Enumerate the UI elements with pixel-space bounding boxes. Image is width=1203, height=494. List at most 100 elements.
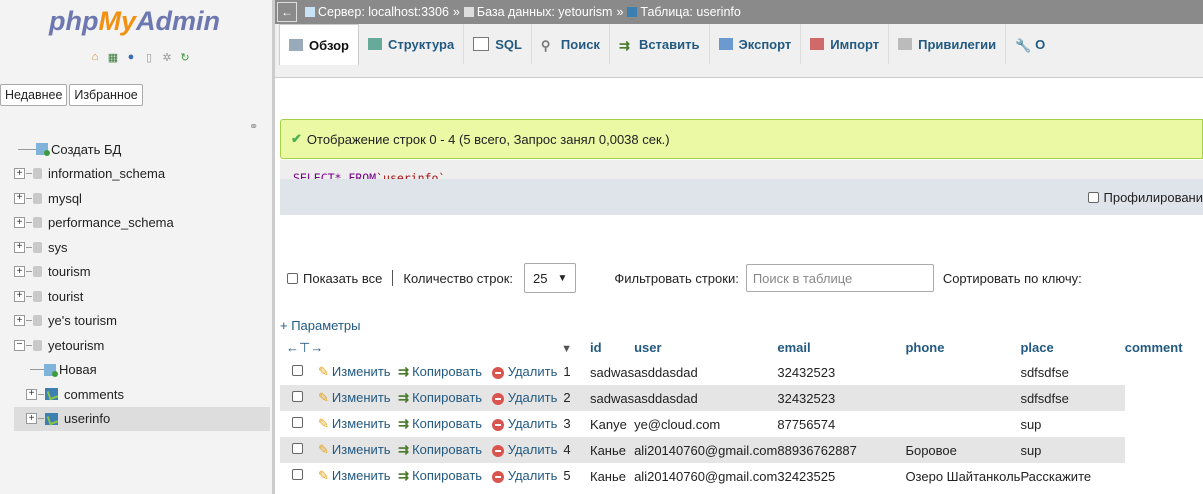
- expand-icon[interactable]: +: [14, 290, 25, 302]
- row-checkbox[interactable]: [292, 469, 303, 480]
- collapse-icon[interactable]: −: [14, 339, 25, 351]
- row-checkbox[interactable]: [292, 365, 303, 376]
- breadcrumb-table[interactable]: Таблица: userinfo: [640, 5, 740, 19]
- column-header-comment[interactable]: comment: [1124, 336, 1203, 359]
- tab-search[interactable]: ⚲ Поиск: [532, 24, 610, 64]
- reload-icon[interactable]: ↻: [178, 50, 192, 64]
- options-toggle[interactable]: + Параметры: [280, 318, 361, 333]
- favorites-tab[interactable]: Избранное: [69, 84, 143, 106]
- edit-action[interactable]: ✎ Изменить: [318, 416, 391, 431]
- edit-action[interactable]: ✎ Изменить: [318, 468, 391, 483]
- phpmyadmin-logo[interactable]: phpMyAdmin: [49, 6, 220, 37]
- row-checkbox[interactable]: [292, 391, 303, 402]
- column-header-place[interactable]: place: [1020, 336, 1125, 359]
- tree-item-comments[interactable]: + comments: [14, 382, 270, 407]
- cell-comment[interactable]: sup: [1020, 411, 1125, 437]
- tree-item-create-db[interactable]: Создать БД: [14, 137, 270, 162]
- table-row[interactable]: ✎ Изменить ⇉ Копировать Удалить 3 Kanye ye@cl…: [280, 411, 1203, 437]
- sort-dropdown[interactable]: ▼: [485, 336, 590, 359]
- link-icon[interactable]: ⚭: [249, 120, 258, 133]
- column-header-id[interactable]: id: [590, 336, 635, 359]
- column-arrows[interactable]: ←⊤→: [280, 336, 486, 359]
- cell-id[interactable]: 1: [563, 364, 570, 379]
- cell-id[interactable]: 2: [563, 390, 570, 405]
- cell-place[interactable]: [905, 411, 1021, 437]
- expand-icon[interactable]: +: [14, 217, 25, 229]
- cell-phone[interactable]: 32423525: [777, 463, 906, 489]
- sort-arrow-icon[interactable]: ▼: [561, 343, 572, 355]
- tree-item-performance-schema[interactable]: + performance_schema: [14, 211, 270, 236]
- delete-action[interactable]: Удалить: [491, 468, 557, 483]
- expand-icon[interactable]: +: [14, 266, 25, 278]
- copy-action[interactable]: ⇉ Копировать: [398, 390, 482, 405]
- cell-place[interactable]: Боровое: [905, 437, 1021, 463]
- tree-item-userinfo[interactable]: + userinfo: [14, 406, 270, 431]
- expand-icon[interactable]: +: [26, 413, 37, 425]
- cell-user[interactable]: Канье: [590, 463, 635, 489]
- delete-action[interactable]: Удалить: [491, 364, 557, 379]
- tree-item-yes-tourism[interactable]: + ye's tourism: [14, 309, 270, 334]
- delete-action[interactable]: Удалить: [491, 390, 557, 405]
- edit-action[interactable]: ✎ Изменить: [318, 364, 391, 379]
- cell-id[interactable]: 4: [563, 442, 570, 457]
- expand-icon[interactable]: +: [26, 388, 37, 400]
- home-icon[interactable]: ⌂: [88, 50, 102, 64]
- row-checkbox[interactable]: [292, 443, 303, 454]
- cell-phone[interactable]: 32432523: [777, 385, 906, 411]
- expand-icon[interactable]: +: [14, 315, 25, 327]
- cell-place[interactable]: [905, 359, 1021, 385]
- tab-structure[interactable]: Структура: [359, 24, 465, 64]
- tree-item-tourist[interactable]: + tourist: [14, 284, 270, 309]
- cell-email[interactable]: ali20140760@gmail.com: [634, 463, 778, 489]
- column-header-phone[interactable]: phone: [905, 336, 1021, 359]
- cell-phone[interactable]: 32432523: [777, 359, 906, 385]
- filter-rows-input[interactable]: Поиск в таблице: [745, 264, 934, 292]
- cell-email[interactable]: asddasdad: [634, 385, 778, 411]
- cell-phone[interactable]: 87756574: [777, 411, 906, 437]
- cell-user[interactable]: sadwas: [590, 385, 635, 411]
- delete-action[interactable]: Удалить: [491, 442, 557, 457]
- expand-icon[interactable]: +: [14, 241, 25, 253]
- row-checkbox[interactable]: [292, 417, 303, 428]
- cell-place[interactable]: Озеро Шайтанколь: [905, 463, 1021, 489]
- cell-comment[interactable]: Расскажите: [1020, 463, 1125, 489]
- copy-action[interactable]: ⇉ Копировать: [398, 468, 482, 483]
- table-row[interactable]: ✎ Изменить ⇉ Копировать Удалить 2 sadwas asdd…: [280, 385, 1203, 411]
- table-row[interactable]: ✎ Изменить ⇉ Копировать Удалить 5 Канье ali20…: [280, 463, 1203, 489]
- tab-export[interactable]: Экспорт: [710, 24, 802, 64]
- help-icon[interactable]: ●: [124, 50, 138, 64]
- tree-item-tourism[interactable]: + tourism: [14, 260, 270, 285]
- cell-email[interactable]: ye@cloud.com: [634, 411, 778, 437]
- show-all-checkbox[interactable]: [287, 272, 298, 284]
- cell-email[interactable]: asddasdad: [634, 359, 778, 385]
- column-header-user[interactable]: user: [634, 336, 778, 359]
- docs-icon[interactable]: ▯: [142, 50, 156, 64]
- cell-id[interactable]: 5: [563, 468, 570, 483]
- rows-count-select[interactable]: 25 ▼: [524, 263, 577, 293]
- copy-action[interactable]: ⇉ Копировать: [398, 416, 482, 431]
- tab-insert[interactable]: ⇉ Вставить: [610, 24, 710, 64]
- recent-tab[interactable]: Недавнее: [0, 84, 68, 106]
- tree-item-mysql[interactable]: + mysql: [14, 186, 270, 211]
- delete-action[interactable]: Удалить: [491, 416, 557, 431]
- tab-browse[interactable]: Обзор: [279, 24, 359, 65]
- cell-user[interactable]: Канье: [590, 437, 635, 463]
- profiling-checkbox[interactable]: [1087, 191, 1099, 203]
- copy-action[interactable]: ⇉ Копировать: [398, 442, 482, 457]
- edit-action[interactable]: ✎ Изменить: [318, 442, 391, 457]
- collapse-arrow-icon[interactable]: ←: [277, 2, 297, 22]
- tree-item-yetourism[interactable]: − yetourism: [14, 333, 270, 358]
- cell-comment[interactable]: sup: [1020, 437, 1125, 463]
- breadcrumb-server[interactable]: Сервер: localhost:3306: [318, 5, 449, 19]
- tree-item-information-schema[interactable]: + information_schema: [14, 162, 270, 187]
- expand-icon[interactable]: +: [14, 168, 25, 180]
- tab-operations[interactable]: 🔧 О: [1006, 24, 1054, 64]
- cell-id[interactable]: 3: [563, 416, 570, 431]
- edit-action[interactable]: ✎ Изменить: [318, 390, 391, 405]
- cell-comment[interactable]: sdfsdfse: [1020, 359, 1125, 385]
- cell-place[interactable]: [905, 385, 1021, 411]
- settings-icon[interactable]: ✲: [160, 50, 174, 64]
- table-row[interactable]: ✎ Изменить ⇉ Копировать Удалить 1 sadwas asdd…: [280, 359, 1203, 385]
- tab-sql[interactable]: SQL: [464, 24, 532, 64]
- tab-privileges[interactable]: Привилегии: [889, 24, 1007, 64]
